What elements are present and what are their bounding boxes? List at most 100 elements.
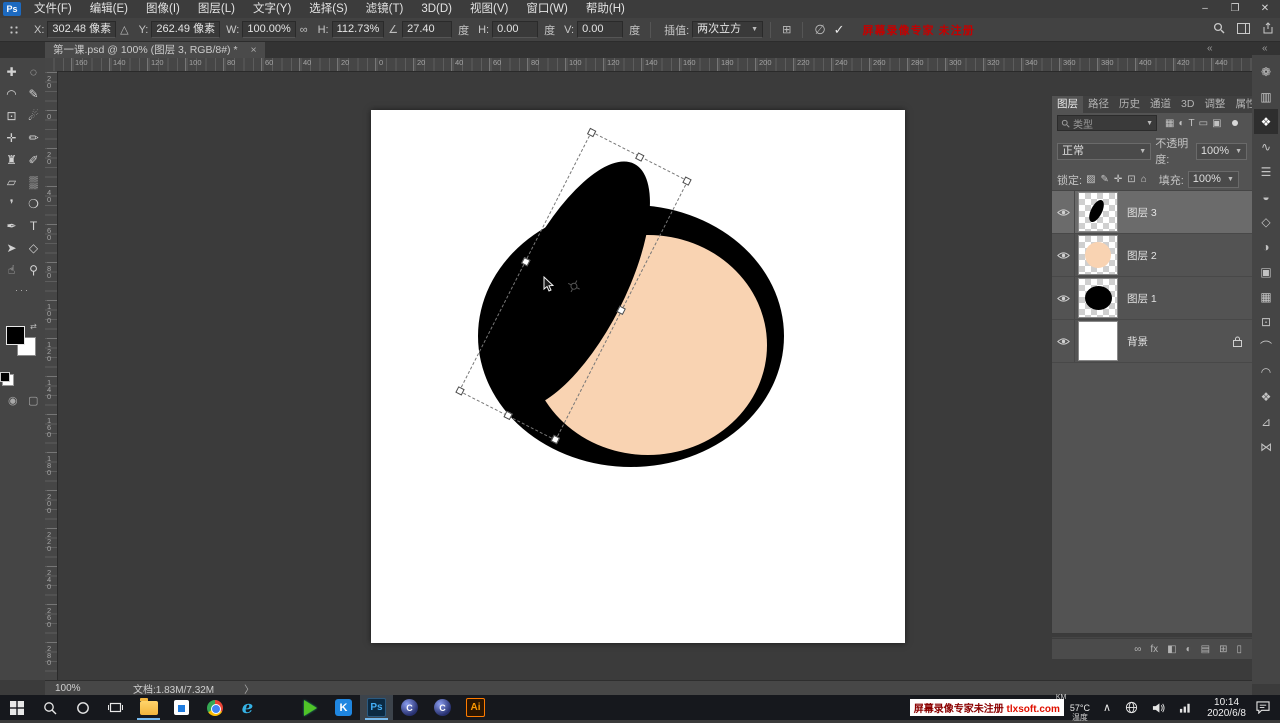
height-input[interactable]: 112.73%	[331, 21, 385, 38]
collapsed-panel-icon[interactable]: ◇	[1254, 209, 1278, 234]
menu-item[interactable]: 文字(Y)	[244, 0, 300, 18]
layer-visibility-toggle[interactable]	[1052, 234, 1075, 276]
tool-icon[interactable]: ◌	[23, 61, 45, 83]
tool-icon[interactable]: ☝	[1, 259, 23, 281]
menu-item[interactable]: 帮助(H)	[577, 0, 634, 18]
tool-icon[interactable]: ✏	[23, 127, 45, 149]
collapsed-panel-icon[interactable]: ❁	[1254, 59, 1278, 84]
v-ruler[interactable]: 20 0 20 40 60 80 100 120 140 160 180 200 220 240 260 28…	[45, 71, 58, 680]
layers-footer-icon[interactable]: ◧	[1167, 644, 1176, 655]
collapsed-panel-icon[interactable]: ▥	[1254, 84, 1278, 109]
collapse-strip-icon[interactable]: «	[1262, 43, 1268, 54]
layers-footer-icon[interactable]: ∞	[1134, 644, 1141, 655]
search-icon[interactable]	[1213, 22, 1225, 34]
illustrator-button[interactable]: Ai	[459, 695, 492, 720]
layer-row[interactable]: 背景	[1052, 320, 1252, 363]
tray-expand-chevron[interactable]: ∧	[1103, 701, 1111, 714]
quick-mask-button[interactable]: ◉	[8, 394, 18, 407]
y-input[interactable]: 262.49 像素	[151, 21, 221, 38]
cortana-button[interactable]	[66, 695, 99, 720]
transform-reference-point[interactable]	[565, 277, 582, 294]
transform-handle[interactable]	[682, 176, 692, 186]
layer-row[interactable]: 图层 2	[1052, 234, 1252, 277]
collapsed-panel-icon[interactable]: ⌒	[1254, 334, 1278, 359]
fill-select[interactable]: 100% ▼	[1187, 171, 1239, 188]
transform-handle[interactable]	[586, 127, 597, 138]
layer-filter-icon[interactable]: ▦	[1165, 118, 1174, 129]
filter-toggle-dot[interactable]	[1231, 120, 1238, 126]
blend-mode-select[interactable]: 正常 ▼	[1057, 142, 1152, 160]
network-icon[interactable]	[1179, 702, 1192, 713]
menu-item[interactable]: 编辑(E)	[81, 0, 137, 18]
layer-name[interactable]: 背景	[1127, 334, 1148, 349]
collapsed-panel-icon[interactable]: ⋈	[1254, 434, 1278, 459]
taskbar-search-button[interactable]	[33, 695, 66, 720]
panel-tab[interactable]: 3D	[1176, 96, 1199, 113]
layers-footer-icon[interactable]: ◐	[1186, 644, 1192, 655]
panel-tab[interactable]: 通道	[1145, 96, 1176, 113]
tool-icon[interactable]: ✛	[1, 127, 23, 149]
h-ruler[interactable]: 160 140 120 100 80 60 40 20 0 20 40 60 80 100 120 140 16…	[45, 58, 1252, 72]
zoom-level-field[interactable]: 100%	[55, 683, 105, 694]
taskbar-clock[interactable]: 10:14 2020/6/8	[1207, 697, 1246, 719]
transform-handle[interactable]	[502, 410, 513, 420]
layer-row[interactable]: 图层 3	[1052, 191, 1252, 234]
interpolation-select[interactable]: 两次立方 ▼	[692, 21, 764, 38]
layer-visibility-toggle[interactable]	[1052, 277, 1075, 319]
store-button[interactable]	[165, 695, 198, 720]
reference-point-locator[interactable]	[8, 23, 20, 36]
opacity-select[interactable]: 100% ▼	[1195, 142, 1247, 160]
transform-handle[interactable]	[521, 257, 531, 267]
panel-tab[interactable]: 历史	[1114, 96, 1145, 113]
photoshop-taskbar-button[interactable]: Ps	[360, 695, 393, 720]
screen-mode-button[interactable]: ▢	[28, 394, 38, 407]
collapsed-panel-icon[interactable]: ⊿	[1254, 409, 1278, 434]
layer-thumbnail[interactable]	[1078, 235, 1118, 275]
collapsed-panel-icon[interactable]: ⊡	[1254, 309, 1278, 334]
tool-icon[interactable]: ▱	[1, 171, 23, 193]
menu-item[interactable]: 文件(F)	[25, 0, 81, 18]
layer-name[interactable]: 图层 2	[1127, 248, 1157, 263]
edit-toolbar-dots[interactable]: ···	[0, 285, 45, 295]
file-explorer-button[interactable]	[132, 695, 165, 720]
chrome-button[interactable]	[198, 695, 231, 720]
collapsed-panel-icon[interactable]: ☰	[1254, 159, 1278, 184]
tool-icon[interactable]: ☄	[23, 105, 45, 127]
tool-icon[interactable]: ❜	[1, 193, 23, 215]
tool-icon[interactable]: ✚	[1, 61, 23, 83]
workspace-icon[interactable]	[1237, 22, 1250, 34]
edge-button[interactable]: e	[231, 695, 264, 720]
menu-item[interactable]: 视图(V)	[461, 0, 517, 18]
layer-visibility-toggle[interactable]	[1052, 320, 1075, 362]
lock-option-icon[interactable]: ✛	[1114, 174, 1122, 185]
default-colors-icon[interactable]	[0, 372, 14, 386]
cancel-transform-icon[interactable]: ∅	[814, 22, 825, 38]
tool-icon[interactable]: T	[23, 215, 45, 237]
language-globe-icon[interactable]	[1125, 701, 1138, 714]
close-button[interactable]: ✕	[1250, 0, 1280, 18]
width-input[interactable]: 100.00%	[242, 21, 296, 38]
relative-position-icon[interactable]: △	[120, 23, 128, 36]
lock-option-icon[interactable]: ✎	[1101, 174, 1109, 185]
transform-handle[interactable]	[634, 152, 645, 162]
panel-tab[interactable]: 图层	[1052, 96, 1083, 113]
canvas[interactable]	[371, 110, 905, 643]
status-menu-arrow[interactable]: 〉	[244, 681, 254, 696]
collapsed-panel-icon[interactable]: ◑	[1254, 234, 1278, 259]
start-button[interactable]	[0, 695, 33, 720]
lock-option-icon[interactable]: ⊡	[1127, 174, 1135, 185]
layer-row[interactable]: 图层 1	[1052, 277, 1252, 320]
tool-icon[interactable]: ✐	[23, 149, 45, 171]
menu-item[interactable]: 窗口(W)	[517, 0, 577, 18]
x-input[interactable]: 302.48 像素	[47, 21, 117, 38]
menu-item[interactable]: 选择(S)	[300, 0, 356, 18]
layers-footer-icon[interactable]: fx	[1150, 644, 1158, 655]
collapse-panels-icon[interactable]: «	[1207, 43, 1213, 54]
lock-option-icon[interactable]: ▨	[1086, 174, 1095, 185]
minimize-button[interactable]: –	[1190, 0, 1220, 18]
volume-icon[interactable]	[1152, 702, 1165, 714]
task-view-button[interactable]	[99, 695, 132, 720]
collapsed-panel-icon[interactable]: ∿	[1254, 134, 1278, 159]
layers-footer-icon[interactable]: ▤	[1201, 644, 1210, 655]
c4d-button-1[interactable]: C	[393, 695, 426, 720]
